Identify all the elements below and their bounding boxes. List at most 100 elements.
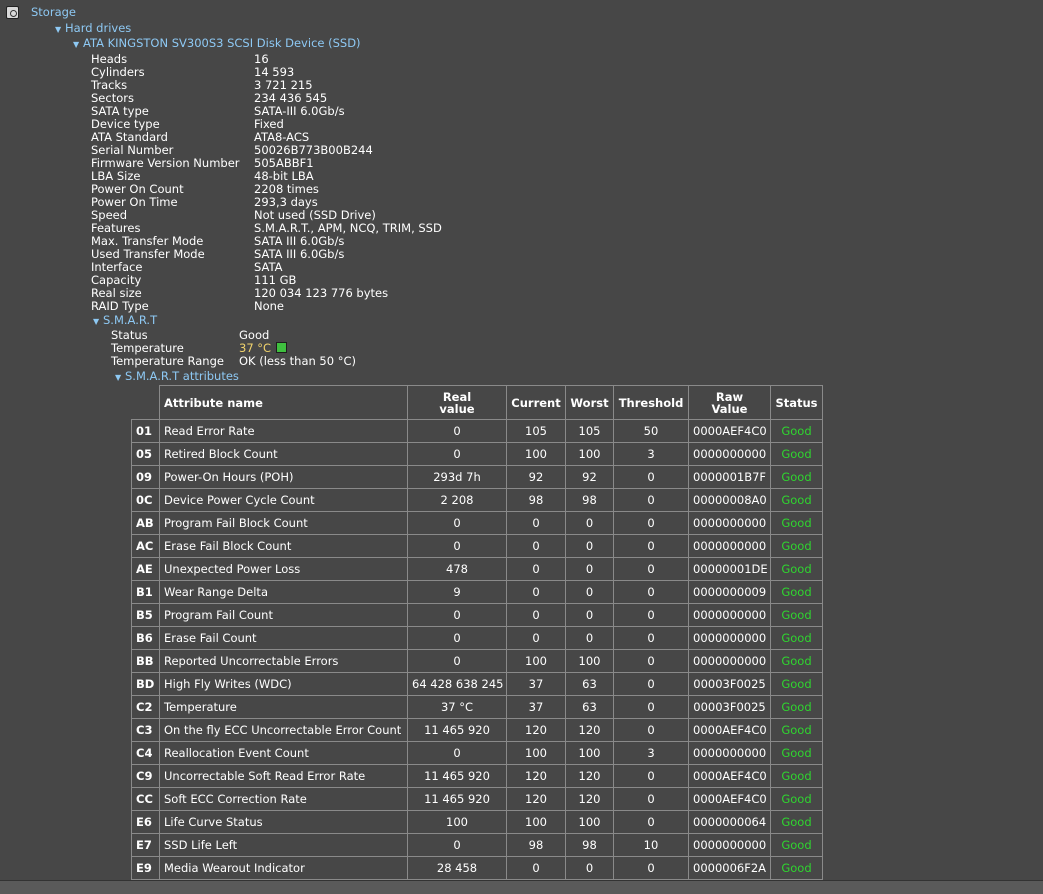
attr-worst: 105 xyxy=(565,419,614,443)
table-row[interactable]: 01 Read Error Rate 0 105 105 50 0000AEF4C0 Good xyxy=(131,419,823,443)
table-row[interactable]: C2 Temperature 37 °C 37 63 0 00003F0025 Good xyxy=(131,695,823,719)
attr-raw-value: 0000000000 xyxy=(688,603,771,627)
table-row[interactable]: AB Program Fail Block Count 0 0 0 0 0000000000… xyxy=(131,511,823,535)
attr-id: BB xyxy=(131,649,160,673)
attr-threshold: 0 xyxy=(613,856,689,880)
header-status[interactable]: Status xyxy=(770,385,823,420)
attr-worst: 0 xyxy=(565,580,614,604)
tree-smart[interactable]: ▼ S.M.A.R.T xyxy=(93,313,157,328)
attr-status: Good xyxy=(770,465,823,489)
attr-status: Good xyxy=(770,580,823,604)
attr-raw-value: 0000000000 xyxy=(688,649,771,673)
attr-real-value: 100 xyxy=(407,810,507,834)
table-row[interactable]: C9 Uncorrectable Soft Read Error Rate 11 4… xyxy=(131,764,823,788)
attr-current: 98 xyxy=(506,488,566,512)
attr-id: AC xyxy=(131,534,160,558)
table-row[interactable]: CC Soft ECC Correction Rate 11 465 920 120 1… xyxy=(131,787,823,811)
attr-id: CC xyxy=(131,787,160,811)
attr-id: 0C xyxy=(131,488,160,512)
attr-real-value: 478 xyxy=(407,557,507,581)
attr-real-value: 0 xyxy=(407,833,507,857)
attr-id: C9 xyxy=(131,764,160,788)
table-row[interactable]: E7 SSD Life Left 0 98 98 10 0000000000 Good xyxy=(131,833,823,857)
table-row[interactable]: C3 On the fly ECC Uncorrectable Error Cou… xyxy=(131,718,823,742)
attr-real-value: 0 xyxy=(407,419,507,443)
attr-worst: 120 xyxy=(565,787,614,811)
attr-threshold: 0 xyxy=(613,672,689,696)
attr-name: Reported Uncorrectable Errors xyxy=(159,649,408,673)
attr-name: Wear Range Delta xyxy=(159,580,408,604)
attr-current: 0 xyxy=(506,511,566,535)
table-row[interactable]: C4 Reallocation Event Count 0 100 100 3 000000… xyxy=(131,741,823,765)
expand-arrow-icon[interactable]: ▼ xyxy=(55,22,65,37)
attr-threshold: 0 xyxy=(613,718,689,742)
attr-name: Program Fail Count xyxy=(159,603,408,627)
attr-current: 105 xyxy=(506,419,566,443)
table-row[interactable]: B1 Wear Range Delta 9 0 0 0 0000000009 Good xyxy=(131,580,823,604)
attr-threshold: 0 xyxy=(613,580,689,604)
horizontal-scrollbar[interactable] xyxy=(0,880,1043,894)
table-row[interactable]: B6 Erase Fail Count 0 0 0 0 0000000000 Good xyxy=(131,626,823,650)
tree-smart-attributes-label: S.M.A.R.T attributes xyxy=(125,369,239,383)
attr-id: C3 xyxy=(131,718,160,742)
tree-hard-drives[interactable]: ▼ Hard drives xyxy=(55,21,131,36)
tree-disk[interactable]: ▼ ATA KINGSTON SV300S3 SCSI Disk Device (… xyxy=(73,36,361,51)
smart-range-value: OK (less than 50 °C) xyxy=(239,354,356,368)
table-row[interactable]: E6 Life Curve Status 100 100 100 0 0000000064 G… xyxy=(131,810,823,834)
header-id xyxy=(132,386,160,420)
attr-raw-value: 0000000009 xyxy=(688,580,771,604)
header-current[interactable]: Current xyxy=(506,385,566,420)
table-row[interactable]: E9 Media Wearout Indicator 28 458 0 0 0 000000… xyxy=(131,856,823,880)
attr-current: 100 xyxy=(506,649,566,673)
table-row[interactable]: 0C Device Power Cycle Count 2 208 98 98 0 0000… xyxy=(131,488,823,512)
header-raw-value[interactable]: Raw Value xyxy=(688,385,771,420)
attr-current: 100 xyxy=(506,741,566,765)
attr-name: Media Wearout Indicator xyxy=(159,856,408,880)
attr-id: C4 xyxy=(131,741,160,765)
attr-current: 0 xyxy=(506,557,566,581)
expand-arrow-icon[interactable]: ▼ xyxy=(93,314,103,329)
attr-threshold: 0 xyxy=(613,465,689,489)
header-real-value[interactable]: Real value xyxy=(407,385,507,420)
expand-arrow-icon[interactable]: ▼ xyxy=(115,370,125,385)
attr-threshold: 10 xyxy=(613,833,689,857)
attr-id: E7 xyxy=(131,833,160,857)
table-row[interactable]: AC Erase Fail Block Count 0 0 0 0 0000000000 Go… xyxy=(131,534,823,558)
attr-real-value: 11 465 920 xyxy=(407,787,507,811)
table-row[interactable]: B5 Program Fail Count 0 0 0 0 0000000000 Good xyxy=(131,603,823,627)
tree-storage[interactable]: Storage xyxy=(31,5,76,20)
attr-raw-value: 0000000000 xyxy=(688,511,771,535)
table-row[interactable]: BD High Fly Writes (WDC) 64 428 638 245 37 6… xyxy=(131,672,823,696)
header-worst[interactable]: Worst xyxy=(565,385,614,420)
attr-current: 0 xyxy=(506,626,566,650)
attr-status: Good xyxy=(770,557,823,581)
header-real-line2: value xyxy=(439,401,475,416)
header-threshold[interactable]: Threshold xyxy=(613,385,689,420)
table-row[interactable]: AE Unexpected Power Loss 478 0 0 0 00000001DE G… xyxy=(131,557,823,581)
attr-name: On the fly ECC Uncorrectable Error Count xyxy=(159,718,408,742)
expand-arrow-icon[interactable]: ▼ xyxy=(73,37,83,52)
attr-name: Read Error Rate xyxy=(159,419,408,443)
header-attribute-name[interactable]: Attribute name xyxy=(159,385,408,420)
table-row[interactable]: 05 Retired Block Count 0 100 100 3 0000000000 G… xyxy=(131,442,823,466)
attr-threshold: 50 xyxy=(613,419,689,443)
attr-worst: 0 xyxy=(565,603,614,627)
attr-raw-value: 0000AEF4C0 xyxy=(688,419,771,443)
tree-smart-label: S.M.A.R.T xyxy=(103,313,158,327)
table-row[interactable]: BB Reported Uncorrectable Errors 0 100 100 0 0… xyxy=(131,649,823,673)
attr-status: Good xyxy=(770,856,823,880)
attr-id: AE xyxy=(131,557,160,581)
attr-id: 09 xyxy=(131,465,160,489)
attr-id: C2 xyxy=(131,695,160,719)
attr-name: Soft ECC Correction Rate xyxy=(159,787,408,811)
attr-real-value: 0 xyxy=(407,626,507,650)
table-row[interactable]: 09 Power-On Hours (POH) 293d 7h 92 92 0 000000… xyxy=(131,465,823,489)
attr-current: 92 xyxy=(506,465,566,489)
attr-worst: 63 xyxy=(565,672,614,696)
attr-name: Retired Block Count xyxy=(159,442,408,466)
attr-status: Good xyxy=(770,833,823,857)
tree-smart-attributes[interactable]: ▼ S.M.A.R.T attributes xyxy=(115,369,239,384)
attr-threshold: 0 xyxy=(613,626,689,650)
attr-id: BD xyxy=(131,672,160,696)
attr-current: 37 xyxy=(506,672,566,696)
